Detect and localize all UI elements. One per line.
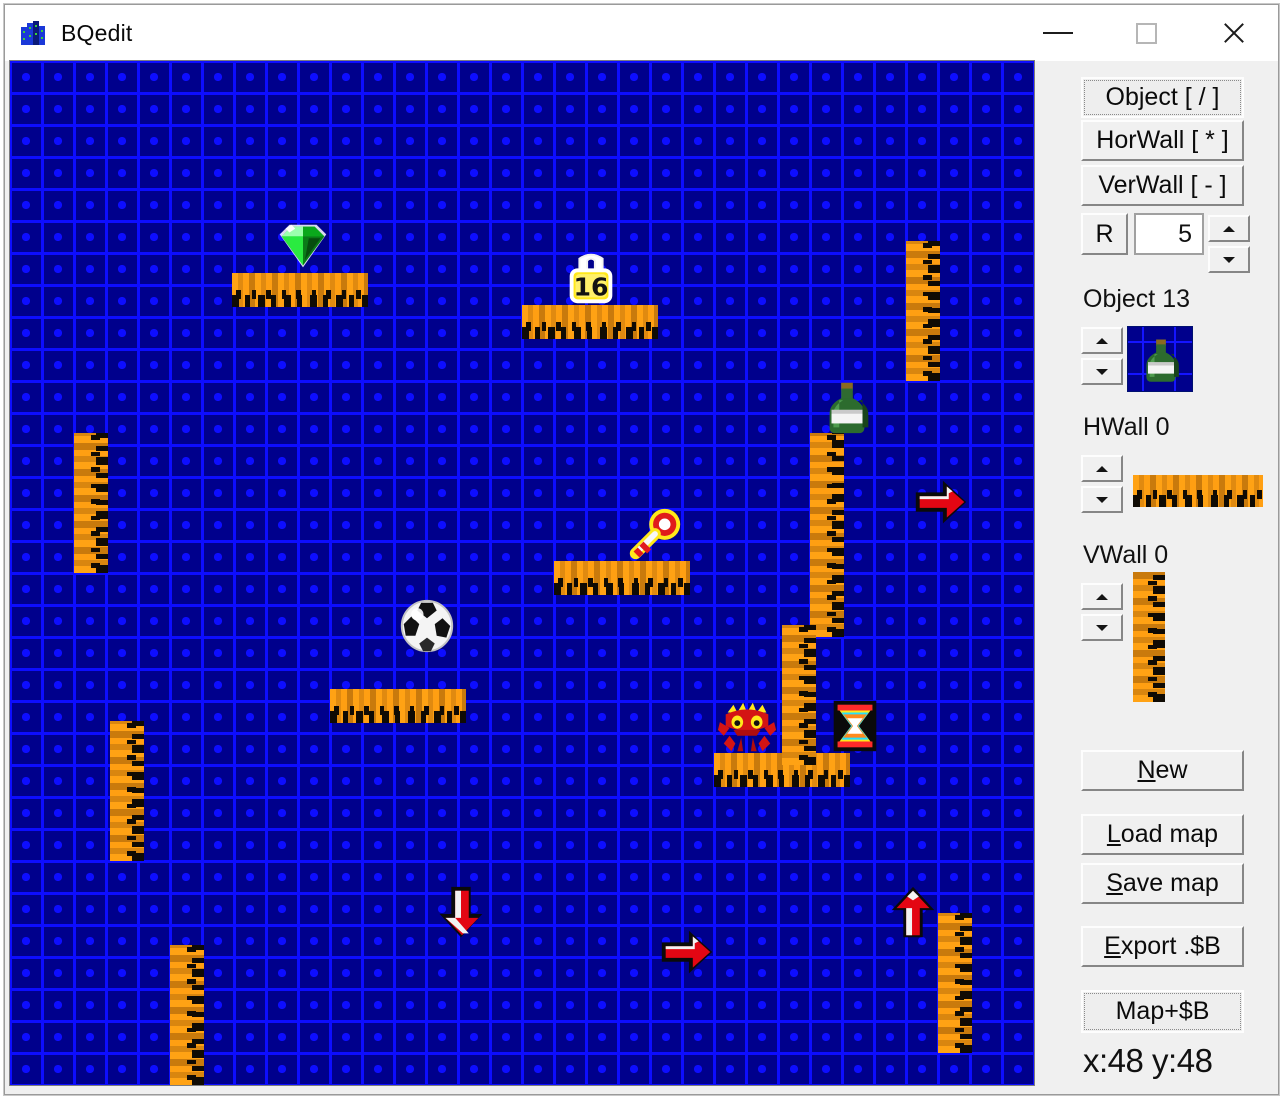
grid-background xyxy=(10,61,1034,1085)
spinner-down-icon[interactable] xyxy=(1208,246,1250,273)
horizontal-wall[interactable] xyxy=(554,561,690,595)
close-icon xyxy=(1221,20,1247,46)
map-editor-canvas[interactable]: 16 xyxy=(9,60,1035,1086)
hwall-spinner[interactable] xyxy=(1081,455,1123,513)
spinner-up-icon[interactable] xyxy=(1081,327,1123,354)
app-pixel-icon xyxy=(21,21,47,45)
spinner-down-icon[interactable] xyxy=(1081,614,1123,641)
spinner-up-icon[interactable] xyxy=(1208,215,1250,242)
object-mode-button[interactable]: Object [ / ] xyxy=(1081,77,1244,118)
vertical-wall[interactable] xyxy=(906,241,940,381)
minimize-icon xyxy=(1043,32,1073,34)
enemy-sprite[interactable] xyxy=(716,695,778,757)
r-button[interactable]: R xyxy=(1081,213,1128,255)
horizontal-wall[interactable] xyxy=(330,689,466,723)
object-spinner[interactable] xyxy=(1081,327,1123,385)
app-window: BQedit 16 Object [/] HorWall [*] Ver… xyxy=(4,4,1279,1095)
save-map-label: ave map xyxy=(1122,869,1219,897)
new-button-label: ew xyxy=(1155,756,1188,784)
status-strip xyxy=(9,1086,1276,1092)
lock-sprite[interactable]: 16 xyxy=(560,247,622,309)
vertical-wall[interactable] xyxy=(110,721,144,861)
title-bar: BQedit xyxy=(5,5,1278,61)
spinner-down-icon[interactable] xyxy=(1081,486,1123,513)
maximize-icon xyxy=(1135,22,1157,44)
vertical-wall[interactable] xyxy=(782,625,816,765)
hwall-section-label: HWall 0 xyxy=(1083,413,1170,441)
new-button[interactable]: New xyxy=(1081,750,1244,791)
spinner-up-icon[interactable] xyxy=(1081,583,1123,610)
map-plus-button[interactable]: Map+$B xyxy=(1081,990,1244,1033)
arrow-up-sprite[interactable] xyxy=(882,881,944,943)
object-section-label: Object 13 xyxy=(1083,285,1191,313)
export-accel: E xyxy=(1104,932,1121,960)
window-title: BQedit xyxy=(61,19,133,46)
ball-sprite[interactable] xyxy=(396,595,458,657)
arrow-right-sprite[interactable] xyxy=(910,471,972,533)
vwall-spinner[interactable] xyxy=(1081,583,1123,641)
export-label: xport .$B xyxy=(1120,932,1221,960)
vwall-preview[interactable] xyxy=(1133,572,1165,702)
bottle-sprite[interactable] xyxy=(816,375,878,437)
window-controls xyxy=(1014,5,1278,61)
close-button[interactable] xyxy=(1190,5,1278,61)
load-map-button[interactable]: Load map xyxy=(1081,814,1244,855)
tool-panel: Object [ / ] HorWall [ * ] VerWall [ - ]… xyxy=(1041,60,1276,1086)
spinner-up-icon[interactable] xyxy=(1081,455,1123,482)
vertical-wall[interactable] xyxy=(170,945,204,1085)
vertical-wall[interactable] xyxy=(810,433,844,637)
spinner-down-icon[interactable] xyxy=(1081,358,1123,385)
verwall-mode-button[interactable]: VerWall [ - ] xyxy=(1081,165,1244,206)
horwall-mode-button[interactable]: HorWall [ * ] xyxy=(1081,120,1244,161)
load-map-accel: L xyxy=(1106,820,1121,848)
hourglass-sprite[interactable] xyxy=(824,695,886,757)
horizontal-wall[interactable] xyxy=(522,305,658,339)
r-spinner[interactable] xyxy=(1208,215,1250,273)
export-button[interactable]: Export .$B xyxy=(1081,926,1244,967)
coordinate-readout: x:48 y:48 xyxy=(1083,1042,1213,1079)
load-map-label: oad map xyxy=(1120,820,1219,848)
object-preview[interactable] xyxy=(1127,326,1193,392)
vwall-section-label: VWall 0 xyxy=(1083,541,1169,569)
arrow-down-sprite[interactable] xyxy=(430,881,492,943)
svg-text:16: 16 xyxy=(573,272,608,301)
r-value-field[interactable]: 5 xyxy=(1134,213,1204,255)
hwall-preview[interactable] xyxy=(1133,475,1263,507)
save-map-button[interactable]: Save map xyxy=(1081,863,1244,904)
new-button-accel: N xyxy=(1137,756,1156,784)
vertical-wall[interactable] xyxy=(74,433,108,573)
gem-sprite[interactable] xyxy=(272,215,334,277)
save-map-accel: S xyxy=(1106,869,1123,897)
bottle-sprite xyxy=(1146,339,1179,382)
maximize-button[interactable] xyxy=(1102,5,1190,61)
horizontal-wall[interactable] xyxy=(232,273,368,307)
key-sprite[interactable] xyxy=(624,503,686,565)
minimize-button[interactable] xyxy=(1014,5,1102,61)
arrow-right-sprite[interactable] xyxy=(656,921,718,983)
